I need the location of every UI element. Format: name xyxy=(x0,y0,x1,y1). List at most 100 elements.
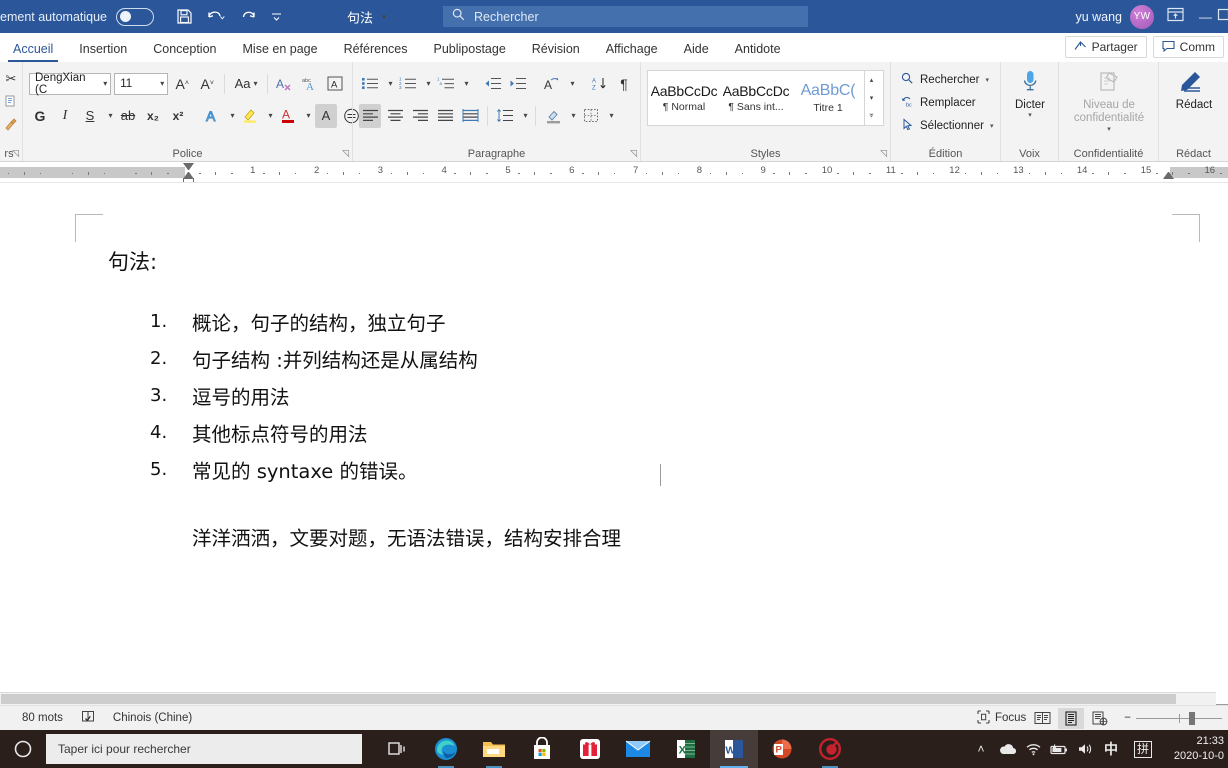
share-button[interactable]: Partager xyxy=(1064,36,1147,58)
line-spacing-dropdown[interactable]: ▾ xyxy=(519,104,529,128)
excel-icon[interactable]: X xyxy=(662,730,710,768)
font-color-icon[interactable]: A xyxy=(277,104,299,128)
search-input[interactable]: Rechercher xyxy=(443,6,808,27)
tab-mise-en-page[interactable]: Mise en page xyxy=(230,35,331,62)
first-line-indent-marker[interactable] xyxy=(183,163,194,171)
maximize-button[interactable] xyxy=(1217,8,1228,26)
clipboard-dialog-launcher[interactable]: ◹ xyxy=(12,148,19,159)
zoom-slider[interactable]: − xyxy=(1124,711,1222,725)
zoom-thumb[interactable] xyxy=(1189,711,1195,725)
multilevel-list-icon[interactable]: 1a xyxy=(435,72,457,96)
powerpoint-icon[interactable]: P xyxy=(758,730,806,768)
word-icon[interactable]: W xyxy=(710,730,758,768)
styles-dialog-launcher[interactable]: ◹ xyxy=(880,148,887,159)
start-cortana-icon[interactable] xyxy=(0,730,46,768)
tab-publipostage[interactable]: Publipostage xyxy=(421,35,519,62)
tab-references[interactable]: Références xyxy=(331,35,421,62)
chevron-down-icon[interactable]: ▾ xyxy=(1028,112,1032,120)
font-name-combo[interactable]: DengXian (C ▾ xyxy=(29,72,112,96)
shading-dropdown[interactable]: ▾ xyxy=(567,104,577,128)
tab-revision[interactable]: Révision xyxy=(519,35,593,62)
chevron-down-icon[interactable]: ▾ xyxy=(103,79,107,88)
bullet-list-icon[interactable] xyxy=(359,72,381,96)
phonetic-guide-icon[interactable]: abc A xyxy=(299,72,321,96)
shading-icon[interactable] xyxy=(542,104,564,128)
ime-mode-indicator[interactable]: 中 xyxy=(1098,739,1124,759)
word-count[interactable]: 80 mots xyxy=(22,712,63,724)
numbering-dropdown[interactable]: ▾ xyxy=(422,72,432,96)
list-item[interactable]: 5. 常见的 syntaxe 的错误。 xyxy=(150,451,478,488)
line-spacing-icon[interactable] xyxy=(494,104,516,128)
show-formatting-marks-icon[interactable]: ¶ xyxy=(613,72,635,96)
zoom-track[interactable] xyxy=(1136,711,1222,725)
distribute-icon[interactable] xyxy=(459,104,481,128)
document-heading[interactable]: 句法: xyxy=(108,246,157,276)
rewards-gift-icon[interactable] xyxy=(566,730,614,768)
read-mode-button[interactable] xyxy=(1029,708,1055,729)
align-left-icon[interactable] xyxy=(359,103,381,128)
find-button[interactable]: Rechercher ▾ xyxy=(901,68,994,91)
document-name[interactable]: 句法 ▾ xyxy=(347,7,386,26)
tab-antidote[interactable]: Antidote xyxy=(722,35,794,62)
dictate-button[interactable]: Dicter ▾ xyxy=(1007,66,1053,120)
web-layout-button[interactable] xyxy=(1087,708,1113,729)
list-item[interactable]: 2. 句子结构 :并列结构还是从属结构 xyxy=(150,340,478,377)
tab-affichage[interactable]: Affichage xyxy=(593,35,671,62)
avatar[interactable]: YW xyxy=(1130,4,1154,29)
italic-button[interactable]: I xyxy=(54,104,76,128)
multilevel-dropdown[interactable]: ▾ xyxy=(460,72,470,96)
comments-button[interactable]: Comm xyxy=(1152,36,1224,58)
document-paragraph[interactable]: 洋洋洒洒，文要对题，无语法错误，结构安排合理 xyxy=(192,522,621,551)
sort-icon[interactable]: AZ xyxy=(588,72,610,96)
ruler[interactable]: 312345678910111213141516 xyxy=(0,162,1228,183)
underline-button[interactable]: S xyxy=(79,104,101,128)
align-right-icon[interactable] xyxy=(409,104,431,128)
decrease-indent-icon[interactable] xyxy=(482,72,504,96)
copy-icon[interactable] xyxy=(0,90,22,114)
list-item[interactable]: 4. 其他标点符号的用法 xyxy=(150,414,478,451)
save-icon[interactable] xyxy=(176,8,193,25)
text-effects-icon[interactable]: A xyxy=(201,104,223,128)
document-area[interactable]: 句法: 1. 概论，句子的结构，独立句子 2. 句子结构 :并列结构还是从属结构… xyxy=(0,184,1228,705)
borders-dropdown[interactable]: ▾ xyxy=(605,104,615,128)
tab-conception[interactable]: Conception xyxy=(140,35,229,62)
styles-scroll-up-button[interactable]: ▴ xyxy=(865,71,878,89)
highlight-dropdown[interactable]: ▾ xyxy=(264,104,274,128)
character-shading-icon[interactable]: A xyxy=(315,103,337,128)
redo-icon[interactable] xyxy=(241,8,257,25)
battery-icon[interactable] xyxy=(1046,743,1072,756)
right-indent-marker[interactable] xyxy=(1163,171,1174,179)
text-effects-dropdown[interactable]: ▾ xyxy=(226,104,236,128)
edge-icon[interactable] xyxy=(422,730,470,768)
numbered-list-icon[interactable]: 123 xyxy=(397,72,419,96)
file-explorer-icon[interactable] xyxy=(470,730,518,768)
styles-more-button[interactable]: ⩔ xyxy=(865,107,878,125)
style-titre-1[interactable]: AaBbC( Titre 1 xyxy=(792,71,864,125)
chevron-down-icon[interactable]: ▾ xyxy=(382,12,386,21)
taskbar-search-input[interactable]: Taper ici pour rechercher xyxy=(46,734,362,764)
wifi-icon[interactable] xyxy=(1020,742,1046,756)
font-color-dropdown[interactable]: ▾ xyxy=(302,104,312,128)
print-layout-button[interactable] xyxy=(1058,707,1085,729)
superscript-button[interactable]: x² xyxy=(167,104,189,128)
proofing-errors-icon[interactable] xyxy=(81,710,95,727)
replace-button[interactable]: bc Remplacer xyxy=(901,91,994,114)
underline-dropdown[interactable]: ▾ xyxy=(104,104,114,128)
sensitivity-button[interactable]: Niveau de confidentialité ▾ xyxy=(1065,66,1153,134)
clear-formatting-icon[interactable]: A xyxy=(274,72,296,96)
shrink-font-button[interactable]: A ˅ xyxy=(196,72,218,96)
clock[interactable]: 21:33 2020-10-0 xyxy=(1156,734,1228,764)
strikethrough-button[interactable]: ab xyxy=(117,104,139,128)
document-page[interactable]: 句法: 1. 概论，句子的结构，独立句子 2. 句子结构 :并列结构还是从属结构… xyxy=(0,184,1228,704)
tab-aide[interactable]: Aide xyxy=(671,35,722,62)
left-indent-marker[interactable] xyxy=(183,178,194,182)
language-indicator[interactable]: Chinois (Chine) xyxy=(113,712,192,724)
microsoft-store-icon[interactable] xyxy=(518,730,566,768)
focus-mode-button[interactable]: Focus xyxy=(977,708,1026,729)
chevron-down-icon[interactable]: ▾ xyxy=(990,122,994,130)
chevron-down-icon[interactable]: ▾ xyxy=(160,79,164,88)
format-painter-icon[interactable] xyxy=(0,112,22,136)
editor-button[interactable]: Rédact xyxy=(1165,66,1223,112)
ime-pinyin-indicator[interactable]: 拼 xyxy=(1130,740,1156,758)
customize-qat-icon[interactable] xyxy=(270,10,283,23)
